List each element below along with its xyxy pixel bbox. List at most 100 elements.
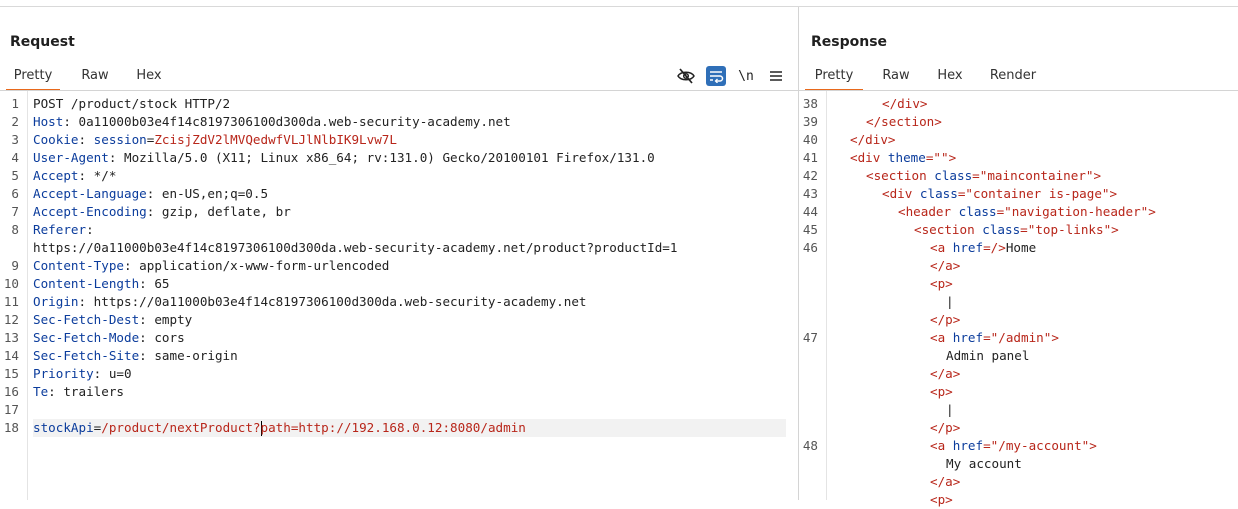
response-code-line: </a> (834, 257, 960, 275)
request-token: User-Agent (33, 150, 109, 165)
request-tab-hex[interactable]: Hex (130, 62, 168, 89)
request-line-number: 3 (11, 132, 19, 147)
response-token: =""> (925, 150, 957, 165)
request-code-line: User-Agent: Mozilla/5.0 (X11; Linux x86_… (33, 149, 655, 167)
request-token: : empty (139, 312, 193, 327)
response-token: </a> (930, 474, 961, 489)
request-token: : Mozilla/5.0 (X11; Linux x86_64; rv:131… (108, 150, 655, 165)
response-line-number: 45 (802, 222, 818, 237)
request-code-line: Origin: https://0a11000b03e4f14c81973061… (33, 293, 587, 311)
wrap-glyph (710, 71, 724, 83)
response-pane: Response Pretty Raw Hex Render 38 </div> 3… (799, 7, 1238, 507)
request-token: /product/nextProduct? (101, 420, 261, 435)
request-line-number: 8 (11, 222, 19, 237)
response-code-line: <a href="/admin"> (834, 329, 1059, 347)
request-token: Cookie (33, 132, 79, 147)
response-tab-pretty[interactable]: Pretty (805, 62, 863, 91)
request-token: : u=0 (93, 366, 132, 381)
response-token: <section (914, 222, 983, 237)
response-tab-raw[interactable]: Raw (877, 62, 915, 89)
response-code-line: <p> (834, 491, 953, 509)
response-code-line: <section class="top-links"> (834, 221, 1119, 239)
request-token: : en-US,en;q=0.5 (146, 186, 269, 201)
response-token: ="maincontainer"> (972, 168, 1102, 183)
request-token: : (78, 132, 94, 147)
response-token: class (934, 168, 973, 183)
response-code-line: </div> (834, 131, 896, 149)
request-token: Sec-Fetch-Mode (33, 330, 140, 345)
request-code-line: Referer: (33, 221, 94, 239)
response-token: <a (930, 438, 953, 453)
request-line-number: 15 (3, 366, 19, 381)
request-token: : (86, 222, 94, 237)
response-token: ="container is-page"> (957, 186, 1118, 201)
newline-toggle-button[interactable]: \n (736, 66, 756, 86)
request-token: : 65 (139, 276, 170, 291)
response-code-line: </a> (834, 473, 960, 491)
request-line-number: 4 (11, 150, 19, 165)
request-line-number: 2 (11, 114, 19, 129)
request-token: Origin (33, 294, 79, 309)
response-token: <section (866, 168, 935, 183)
request-line-number: 6 (11, 186, 19, 201)
request-line-number: 16 (3, 384, 19, 399)
request-tab-pretty[interactable]: Pretty (6, 62, 60, 91)
response-token: href (952, 438, 984, 453)
request-code-line: Content-Type: application/x-www-form-url… (33, 257, 389, 275)
response-token: </a> (930, 366, 961, 381)
response-token: theme (887, 150, 926, 165)
response-token: Admin panel (946, 348, 1030, 363)
eye-slash-icon[interactable] (676, 66, 696, 86)
response-tab-hex[interactable]: Hex (931, 62, 969, 89)
response-token: </div> (850, 132, 896, 147)
request-token: : cors (139, 330, 185, 345)
request-code-line: https://0a11000b03e4f14c8197306100d300da… (33, 239, 677, 257)
request-token: stockApi (33, 420, 94, 435)
response-line-number: 47 (802, 330, 818, 345)
response-editor[interactable]: 38 </div> 39 </section> 40 </div> 41 <div theme… (799, 91, 1238, 507)
request-title: Request (10, 34, 75, 50)
request-token: Priority (33, 366, 94, 381)
response-token: <p> (930, 384, 953, 399)
response-code-line: <div theme=""> (834, 149, 956, 167)
request-code-line: Sec-Fetch-Mode: cors (33, 329, 185, 347)
request-tab-raw[interactable]: Raw (76, 62, 114, 89)
request-code-line: Host: 0a11000b03e4f14c8197306100d300da.w… (33, 113, 511, 131)
response-line-number: 48 (802, 438, 818, 453)
request-code-line: Sec-Fetch-Dest: empty (33, 311, 192, 329)
menu-glyph (770, 71, 782, 81)
response-token: </div> (882, 96, 928, 111)
response-token: ="navigation-header"> (996, 204, 1156, 219)
response-code-line: | (834, 401, 954, 419)
request-token: : application/x-www-form-urlencoded (124, 258, 390, 273)
request-code-line: stockApi=/product/nextProduct?path=http:… (33, 419, 786, 437)
request-line-number: 18 (3, 420, 19, 435)
response-code-line: <p> (834, 275, 953, 293)
response-code-line: <a href=/>Home (834, 239, 1036, 257)
response-token: My account (946, 456, 1022, 471)
response-token: <a (930, 240, 953, 255)
eye-slash-glyph (677, 68, 695, 84)
response-tab-render[interactable]: Render (985, 62, 1041, 89)
response-token: href (952, 240, 984, 255)
response-token: </p> (930, 312, 961, 327)
request-editor[interactable]: 1 POST /product/stock HTTP/2 2 Host: 0a1100… (0, 91, 798, 500)
response-token: class (919, 186, 958, 201)
response-token: | (946, 294, 954, 309)
request-token: : */* (78, 168, 117, 183)
request-token: Accept (33, 168, 79, 183)
response-code-line: </a> (834, 365, 960, 383)
response-code-line: </div> (834, 95, 928, 113)
request-token: Accept-Language (33, 186, 147, 201)
response-code-line: <div class="container is-page"> (834, 185, 1117, 203)
response-token: class (982, 222, 1021, 237)
request-token: POST /product/stock HTTP/2 (33, 96, 231, 111)
request-line-number: 17 (3, 402, 19, 417)
wrap-icon[interactable] (706, 66, 726, 86)
request-token: Content-Type (33, 258, 124, 273)
request-token: ZcisjZdV2lMVQedwfVLJlNlbIK9Lvw7L (154, 132, 397, 147)
response-line-number: 43 (802, 186, 818, 201)
response-token: class (958, 204, 997, 219)
hamburger-menu-icon[interactable] (766, 66, 786, 86)
request-token: Referer (33, 222, 87, 237)
